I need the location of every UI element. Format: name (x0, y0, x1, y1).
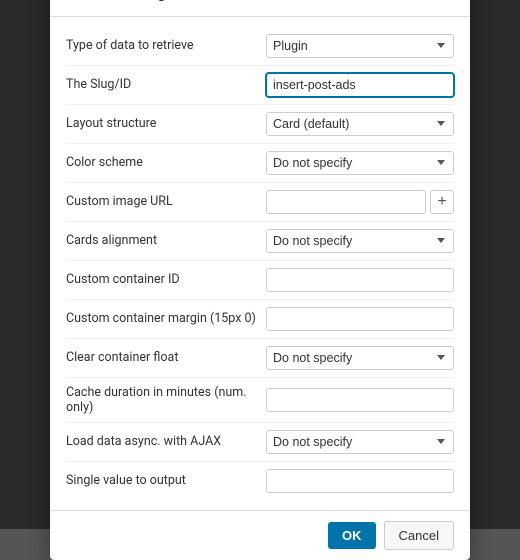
dialog-header: Insert WP Plugin Info Card Shortcode × (50, 0, 470, 17)
form-row-layout-structure: Layout structure Card (default) (66, 105, 454, 144)
select-layout-structure[interactable]: Card (default) (266, 112, 454, 136)
input-cache-duration[interactable] (266, 388, 454, 412)
label-single-value-output: Single value to output (66, 473, 266, 488)
cancel-button[interactable]: Cancel (384, 521, 454, 550)
close-button[interactable]: × (435, 0, 454, 4)
label-color-scheme: Color scheme (66, 155, 266, 170)
form-row-clear-container-float: Clear container float Do not specify (66, 339, 454, 378)
label-load-data-async: Load data async. with AJAX (66, 434, 266, 449)
select-load-data-async[interactable]: Do not specify (266, 430, 454, 454)
label-custom-image-url: Custom image URL (66, 194, 266, 209)
control-cards-alignment: Do not specify (266, 229, 454, 253)
select-cards-alignment[interactable]: Do not specify (266, 229, 454, 253)
input-slug-id[interactable] (266, 73, 454, 97)
label-slug-id: The Slug/ID (66, 77, 266, 92)
select-color-scheme[interactable]: Do not specify (266, 151, 454, 175)
select-type-of-data[interactable]: Plugin (266, 34, 454, 58)
dialog-title: Insert WP Plugin Info Card Shortcode (66, 0, 317, 2)
input-custom-image-url[interactable] (266, 190, 426, 214)
label-type-of-data: Type of data to retrieve (66, 38, 266, 53)
form-row-single-value-output: Single value to output (66, 462, 454, 500)
input-custom-container-id[interactable] (266, 268, 454, 292)
plus-button[interactable]: + (430, 190, 454, 214)
form-row-load-data-async: Load data async. with AJAX Do not specif… (66, 423, 454, 462)
control-load-data-async: Do not specify (266, 430, 454, 454)
form-row-color-scheme: Color scheme Do not specify (66, 144, 454, 183)
label-cache-duration: Cache duration in minutes (num. only) (66, 385, 266, 415)
label-layout-structure: Layout structure (66, 116, 266, 131)
form-row-type-of-data: Type of data to retrieve Plugin (66, 27, 454, 66)
control-custom-container-margin (266, 307, 454, 331)
ok-button[interactable]: OK (328, 522, 376, 549)
form-row-cards-alignment: Cards alignment Do not specify (66, 222, 454, 261)
label-custom-container-margin: Custom container margin (15px 0) (66, 311, 266, 326)
input-custom-container-margin[interactable] (266, 307, 454, 331)
control-custom-container-id (266, 268, 454, 292)
control-color-scheme: Do not specify (266, 151, 454, 175)
dialog-footer: OK Cancel (50, 510, 470, 560)
control-cache-duration (266, 388, 454, 412)
dialog-body: Type of data to retrieve Plugin The Slug… (50, 17, 470, 510)
form-row-slug-id: The Slug/ID (66, 66, 454, 105)
control-layout-structure: Card (default) (266, 112, 454, 136)
select-clear-container-float[interactable]: Do not specify (266, 346, 454, 370)
control-clear-container-float: Do not specify (266, 346, 454, 370)
dialog: Insert WP Plugin Info Card Shortcode × T… (50, 0, 470, 560)
label-clear-container-float: Clear container float (66, 350, 266, 365)
control-type-of-data: Plugin (266, 34, 454, 58)
form-row-custom-image-url: Custom image URL + (66, 183, 454, 222)
form-row-custom-container-id: Custom container ID (66, 261, 454, 300)
input-single-value-output[interactable] (266, 469, 454, 493)
control-custom-image-url: + (266, 190, 454, 214)
control-slug-id (266, 73, 454, 97)
control-single-value-output (266, 469, 454, 493)
form-row-cache-duration: Cache duration in minutes (num. only) (66, 378, 454, 423)
label-custom-container-id: Custom container ID (66, 272, 266, 287)
label-cards-alignment: Cards alignment (66, 233, 266, 248)
form-row-custom-container-margin: Custom container margin (15px 0) (66, 300, 454, 339)
